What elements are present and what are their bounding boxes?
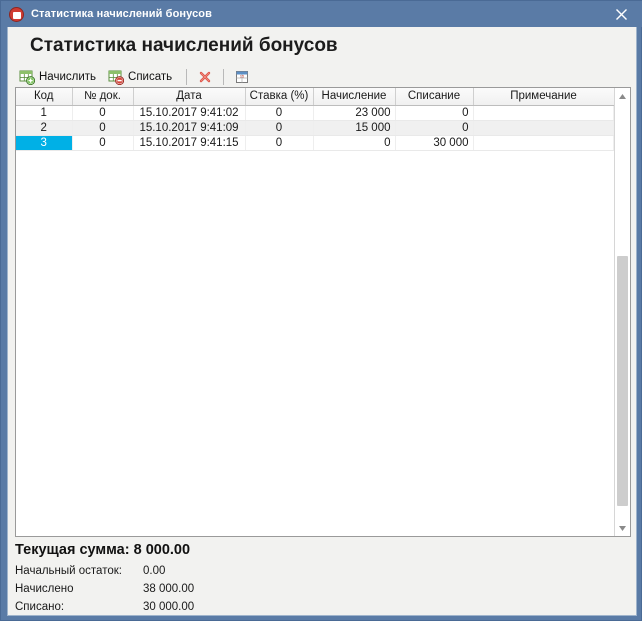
cell-code: 2 [16,120,73,136]
current-total-label: Текущая сумма: [15,542,130,558]
table-row[interactable]: 1 0 15.10.2017 9:41:02 0 23 000 0 [16,105,614,121]
accrued-value: 38 000.00 [143,583,195,595]
accrue-label: Начислить [39,71,97,83]
accrue-icon [19,69,35,85]
cell-accrued: 0 [313,135,396,151]
cell-written-off: 0 [395,105,474,121]
cell-accrued: 23 000 [313,105,396,121]
current-total: Текущая сумма: 8 000.00 [15,542,631,558]
column-header-code[interactable]: Код [16,88,73,106]
client-area: Статистика начислений бонусов Начислить … [7,27,637,616]
cell-doc-number: 0 [72,120,134,136]
accrued-label: Начислено [15,583,74,595]
cell-written-off: 30 000 [395,135,474,151]
cell-note [473,120,614,136]
table-viewport: Код № док. Дата Ставка (%) Начисление Сп… [16,88,614,536]
toolbar-separator-1 [186,69,188,85]
cell-rate: 0 [245,120,314,136]
column-header-note[interactable]: Примечание [473,88,614,106]
page-title: Статистика начислений бонусов [30,35,338,56]
cell-written-off: 0 [395,120,474,136]
cell-note [473,105,614,121]
column-header-rate[interactable]: Ставка (%) [245,88,314,106]
cell-note [473,135,614,151]
app-badge-icon [9,6,24,22]
write-off-button[interactable]: Списать [103,66,179,88]
cell-accrued: 15 000 [313,120,396,136]
delete-icon [197,69,213,85]
summary-panel: Текущая сумма: 8 000.00 Начальный остато… [15,542,631,615]
summary-row-opening-balance: Начальный остаток: 0.00 [15,562,631,580]
scrollbar-thumb[interactable] [617,256,628,506]
close-button[interactable] [603,2,639,26]
toolbar-separator-2 [223,69,225,85]
report-button[interactable]: 15 [231,66,253,88]
written-off-label: Списано: [15,601,65,613]
current-total-value: 8 000.00 [133,542,191,558]
accrue-button[interactable]: Начислить [14,66,103,88]
delete-button[interactable] [194,66,216,88]
bonus-grid: Код № док. Дата Ставка (%) Начисление Сп… [16,88,614,151]
write-off-label: Списать [128,71,173,83]
column-header-date[interactable]: Дата [133,88,246,106]
scroll-up-button[interactable] [615,88,630,104]
scroll-down-button[interactable] [615,520,630,536]
cell-code: 3 [16,135,73,151]
cell-rate: 0 [245,135,314,151]
cell-rate: 0 [245,105,314,121]
calendar-report-icon: 15 [234,69,250,85]
table-row-selected[interactable]: 3 0 15.10.2017 9:41:15 0 0 30 000 [16,135,614,151]
table-body: 1 0 15.10.2017 9:41:02 0 23 000 0 2 0 15… [16,105,614,151]
bonus-table: Код № док. Дата Ставка (%) Начисление Сп… [15,87,631,537]
vertical-scrollbar[interactable] [614,88,630,536]
opening-balance-label: Начальный остаток: [15,565,122,577]
table-row[interactable]: 2 0 15.10.2017 9:41:09 0 15 000 0 [16,120,614,136]
application-window: Статистика начислений бонусов Статистика… [0,0,642,621]
svg-text:15: 15 [240,73,245,78]
table-header-row: Код № док. Дата Ставка (%) Начисление Сп… [16,88,614,106]
cell-code: 1 [16,105,73,121]
opening-balance-value: 0.00 [143,565,166,577]
written-off-value: 30 000.00 [143,601,195,613]
toolbar: Начислить Списать 15 [14,65,253,89]
summary-row-accrued: Начислено 38 000.00 [15,580,631,598]
write-off-icon [108,69,125,85]
title-bar: Статистика начислений бонусов [1,1,642,27]
column-header-written-off[interactable]: Списание [395,88,474,106]
column-header-doc-number[interactable]: № док. [72,88,134,106]
summary-row-written-off: Списано: 30 000.00 [15,598,631,615]
cell-date: 15.10.2017 9:41:02 [133,105,246,121]
cell-date: 15.10.2017 9:41:15 [133,135,246,151]
cell-doc-number: 0 [72,135,134,151]
cell-date: 15.10.2017 9:41:09 [133,120,246,136]
window-title: Статистика начислений бонусов [31,8,212,20]
cell-doc-number: 0 [72,105,134,121]
column-header-accrued[interactable]: Начисление [313,88,396,106]
